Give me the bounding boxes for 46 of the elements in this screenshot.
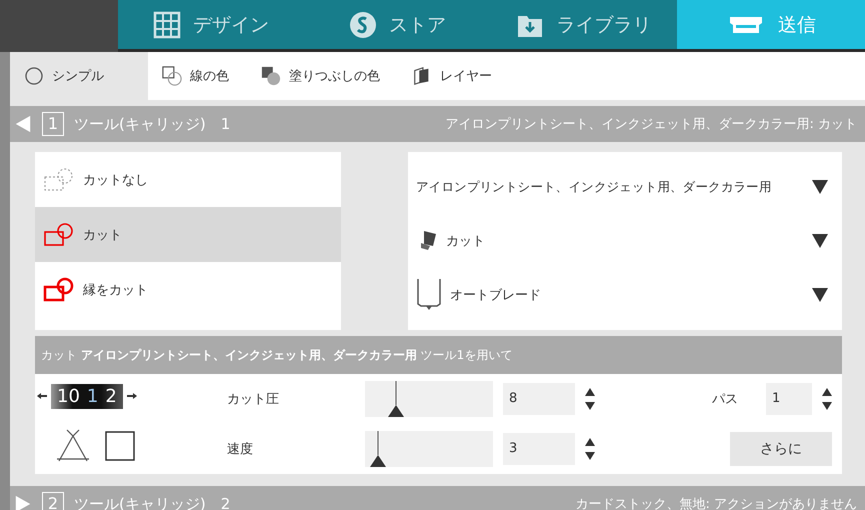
spinner-arrows-icon[interactable] (585, 387, 595, 411)
tool-summary: アイロンプリントシート、インクジェット用、ダークカラー用: カット (445, 116, 857, 133)
slider-thumb[interactable] (368, 431, 387, 467)
caret-icon (812, 234, 828, 248)
caret-icon (812, 180, 828, 194)
right-arrow-icon[interactable] (126, 392, 137, 400)
blade-holder-icon (416, 278, 442, 312)
scrollbar[interactable] (0, 52, 10, 510)
tool-summary: カードストック、無地: アクションがありません (575, 496, 857, 510)
outline-shapes-icon (162, 66, 182, 86)
cut-option[interactable]: カット (35, 207, 341, 262)
number-field[interactable]: 8 (503, 383, 575, 415)
settings-dropdown[interactable]: オートブレード (408, 268, 842, 322)
settings-dropdown[interactable]: カット (408, 214, 842, 268)
collapse-arrow-icon (14, 115, 32, 133)
slider-label: カット圧 (227, 391, 280, 408)
more-button[interactable]: さらに (730, 432, 832, 466)
tool-number: 2 (42, 492, 64, 510)
slider-label: 速度 (227, 441, 254, 458)
passes-label: パス (712, 390, 738, 408)
left-arrow-icon[interactable] (37, 392, 47, 400)
passes-field[interactable]: 1 (766, 382, 812, 414)
filled-shapes-icon (261, 66, 281, 86)
radio-icon (24, 66, 44, 86)
summary-bar: カット アイロンプリントシート、インクジェット用、ダークカラー用 ツール1を用いて (35, 336, 842, 374)
cut-option[interactable]: カットなし (35, 152, 341, 207)
offset-dial[interactable]: 10 1 2 (51, 384, 123, 409)
tool-number: 1 (42, 112, 64, 136)
slider-track[interactable] (365, 381, 493, 417)
number-field[interactable]: 3 (503, 433, 575, 465)
caret-icon (812, 288, 828, 302)
slider-track[interactable] (365, 431, 493, 467)
settings-dropdown[interactable]: アイロンプリントシート、インクジェット用、ダークカラー用 (408, 160, 842, 214)
square-icon (105, 431, 135, 462)
tool-title: ツール(キャリッジ) 1 (74, 114, 230, 134)
mode-tab[interactable]: シンプル (10, 52, 148, 100)
spinner-arrows-icon[interactable] (585, 437, 595, 461)
cut-option[interactable]: 縁をカット (35, 262, 341, 317)
store-icon (348, 10, 377, 38)
grid-icon (153, 10, 182, 38)
mode-tab[interactable]: 塗りつぶしの色 (247, 52, 398, 100)
spinner-arrows-icon[interactable] (822, 386, 832, 410)
expand-arrow-icon (14, 495, 32, 510)
mode-tab[interactable]: レイヤー (398, 52, 510, 100)
slider-thumb[interactable] (386, 381, 405, 417)
mode-tab[interactable]: 線の色 (148, 52, 247, 100)
